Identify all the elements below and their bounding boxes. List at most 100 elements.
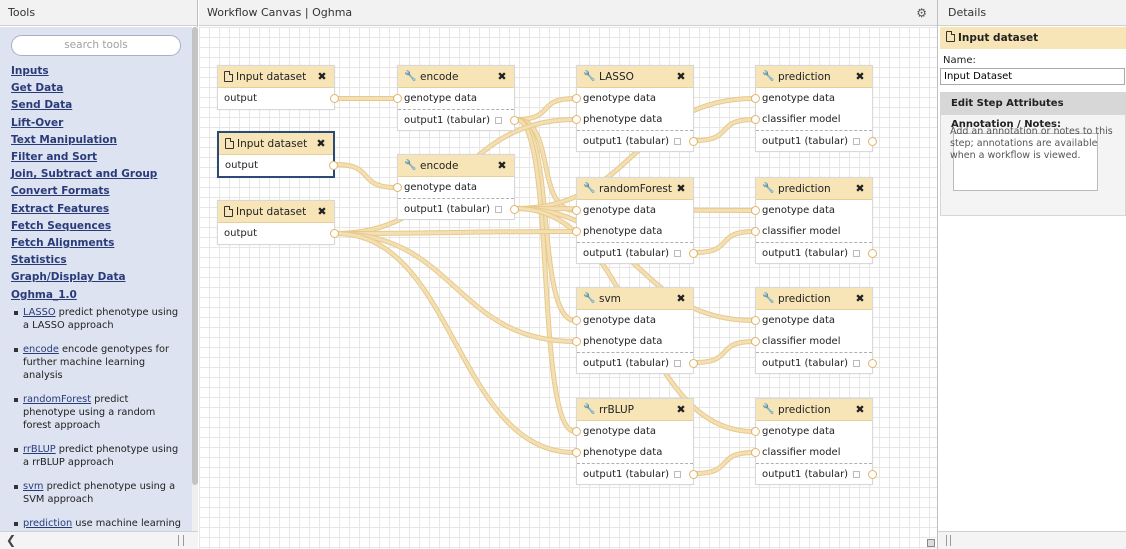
input-port[interactable] bbox=[572, 206, 581, 215]
node-title-bar[interactable]: 🔧 prediction ✖ bbox=[756, 178, 872, 200]
scrollbar-thumb[interactable] bbox=[192, 27, 198, 485]
output-port[interactable] bbox=[868, 137, 877, 146]
tool-section-link[interactable]: Inputs bbox=[11, 63, 182, 80]
input-port[interactable] bbox=[751, 427, 760, 436]
output-port[interactable] bbox=[868, 470, 877, 479]
workflow-node-in3[interactable]: Input dataset ✖ output bbox=[217, 200, 339, 245]
tool-section-link[interactable]: Fetch Sequences bbox=[11, 218, 182, 235]
workflow-node-enc1[interactable]: 🔧 encode ✖ genotype data output1 (tabular) bbox=[393, 65, 519, 131]
output-port[interactable] bbox=[868, 249, 877, 258]
node-title-bar[interactable]: Input dataset ✖ bbox=[218, 66, 334, 88]
input-port[interactable] bbox=[572, 94, 581, 103]
output-hide-checkbox[interactable] bbox=[495, 117, 502, 124]
input-port[interactable] bbox=[572, 448, 581, 457]
output-port[interactable] bbox=[689, 249, 698, 258]
details-horizontal-scrollbar[interactable] bbox=[938, 531, 1126, 549]
output-hide-checkbox[interactable] bbox=[674, 138, 681, 145]
close-icon[interactable]: ✖ bbox=[675, 403, 687, 416]
tool-section-link[interactable]: Extract Features bbox=[11, 201, 182, 218]
close-icon[interactable]: ✖ bbox=[854, 70, 866, 83]
output-hide-checkbox[interactable] bbox=[853, 471, 860, 478]
tool-section-link[interactable]: Text Manipulation bbox=[11, 132, 182, 149]
node-title-bar[interactable]: Input dataset ✖ bbox=[218, 201, 334, 223]
gear-icon[interactable]: ⚙ bbox=[916, 0, 927, 26]
step-name-input[interactable] bbox=[940, 68, 1125, 85]
tool-section-link[interactable]: Filter and Sort bbox=[11, 149, 182, 166]
tool-link[interactable]: rrBLUP bbox=[23, 444, 56, 455]
input-port[interactable] bbox=[751, 94, 760, 103]
close-icon[interactable]: ✖ bbox=[315, 137, 327, 150]
input-port[interactable] bbox=[572, 316, 581, 325]
tool-link[interactable]: prediction bbox=[23, 518, 72, 529]
workflow-node-pred2[interactable]: 🔧 prediction ✖ genotype data classifier mode… bbox=[751, 177, 877, 264]
output-port[interactable] bbox=[689, 470, 698, 479]
input-port[interactable] bbox=[751, 115, 760, 124]
collapse-left-icon[interactable]: ❮ bbox=[6, 533, 16, 547]
tool-section-link[interactable]: Join, Subtract and Group bbox=[11, 166, 182, 183]
input-port[interactable] bbox=[572, 427, 581, 436]
output-hide-checkbox[interactable] bbox=[674, 360, 681, 367]
tools-horizontal-scrollbar[interactable]: ❮ bbox=[0, 531, 198, 549]
tool-section-link[interactable]: Send Data bbox=[11, 97, 182, 114]
resize-grip-icon[interactable] bbox=[946, 535, 951, 546]
input-port[interactable] bbox=[572, 337, 581, 346]
output-hide-checkbox[interactable] bbox=[853, 138, 860, 145]
input-port[interactable] bbox=[751, 448, 760, 457]
workflow-node-lasso[interactable]: 🔧 LASSO ✖ genotype data phenotype data output… bbox=[572, 65, 698, 152]
output-port[interactable] bbox=[330, 94, 339, 103]
search-tools-input[interactable]: search tools bbox=[11, 35, 181, 56]
output-port[interactable] bbox=[329, 161, 338, 170]
workflow-node-pred1[interactable]: 🔧 prediction ✖ genotype data classifier mode… bbox=[751, 65, 877, 152]
workflow-canvas[interactable]: Input dataset ✖ output Input dataset ✖ output… bbox=[199, 27, 937, 549]
workflow-node-in2[interactable]: Input dataset ✖ output bbox=[217, 131, 338, 178]
input-port[interactable] bbox=[572, 115, 581, 124]
input-port[interactable] bbox=[751, 227, 760, 236]
close-icon[interactable]: ✖ bbox=[854, 292, 866, 305]
node-title-bar[interactable]: 🔧 prediction ✖ bbox=[756, 66, 872, 88]
tool-section-link[interactable]: Get Data bbox=[11, 80, 182, 97]
workflow-node-rf[interactable]: 🔧 randomForest ✖ genotype data phenotype dat… bbox=[572, 177, 698, 264]
tool-section-link[interactable]: Convert Formats bbox=[11, 183, 182, 200]
workflow-node-pred3[interactable]: 🔧 prediction ✖ genotype data classifier mode… bbox=[751, 287, 877, 374]
node-title-bar[interactable]: 🔧 encode ✖ bbox=[398, 66, 514, 88]
node-title-bar[interactable]: 🔧 prediction ✖ bbox=[756, 288, 872, 310]
close-icon[interactable]: ✖ bbox=[854, 182, 866, 195]
canvas-overview-toggle[interactable] bbox=[927, 539, 935, 547]
close-icon[interactable]: ✖ bbox=[316, 70, 328, 83]
output-hide-checkbox[interactable] bbox=[495, 206, 502, 213]
input-port[interactable] bbox=[751, 337, 760, 346]
workflow-node-pred4[interactable]: 🔧 prediction ✖ genotype data classifier mode… bbox=[751, 398, 877, 485]
close-icon[interactable]: ✖ bbox=[675, 70, 687, 83]
tool-section-link[interactable]: Oghma_1.0 bbox=[11, 287, 182, 304]
node-title-bar[interactable]: 🔧 LASSO ✖ bbox=[577, 66, 693, 88]
output-hide-checkbox[interactable] bbox=[853, 360, 860, 367]
close-icon[interactable]: ✖ bbox=[496, 159, 508, 172]
close-icon[interactable]: ✖ bbox=[854, 403, 866, 416]
input-port[interactable] bbox=[572, 227, 581, 236]
workflow-node-rrblup[interactable]: 🔧 rrBLUP ✖ genotype data phenotype data outpu… bbox=[572, 398, 698, 485]
close-icon[interactable]: ✖ bbox=[675, 292, 687, 305]
output-port[interactable] bbox=[510, 116, 519, 125]
close-icon[interactable]: ✖ bbox=[675, 182, 687, 195]
tool-link[interactable]: encode bbox=[23, 344, 59, 355]
input-port[interactable] bbox=[751, 206, 760, 215]
close-icon[interactable]: ✖ bbox=[496, 70, 508, 83]
tool-link[interactable]: LASSO bbox=[23, 307, 56, 318]
output-port[interactable] bbox=[510, 205, 519, 214]
node-title-bar[interactable]: 🔧 randomForest ✖ bbox=[577, 178, 693, 200]
output-port[interactable] bbox=[330, 229, 339, 238]
node-title-bar[interactable]: 🔧 encode ✖ bbox=[398, 155, 514, 177]
tool-section-link[interactable]: Graph/Display Data bbox=[11, 269, 182, 286]
node-title-bar[interactable]: 🔧 prediction ✖ bbox=[756, 399, 872, 421]
workflow-node-svm[interactable]: 🔧 svm ✖ genotype data phenotype data output1 … bbox=[572, 287, 698, 374]
tool-link[interactable]: randomForest bbox=[23, 394, 91, 405]
input-port[interactable] bbox=[393, 94, 402, 103]
output-port[interactable] bbox=[689, 359, 698, 368]
tool-section-link[interactable]: Statistics bbox=[11, 252, 182, 269]
output-port[interactable] bbox=[868, 359, 877, 368]
resize-grip-icon[interactable] bbox=[178, 535, 184, 546]
workflow-node-enc2[interactable]: 🔧 encode ✖ genotype data output1 (tabular) bbox=[393, 154, 519, 220]
output-hide-checkbox[interactable] bbox=[853, 250, 860, 257]
tools-vertical-scrollbar[interactable] bbox=[192, 27, 198, 531]
node-title-bar[interactable]: Input dataset ✖ bbox=[219, 133, 333, 155]
